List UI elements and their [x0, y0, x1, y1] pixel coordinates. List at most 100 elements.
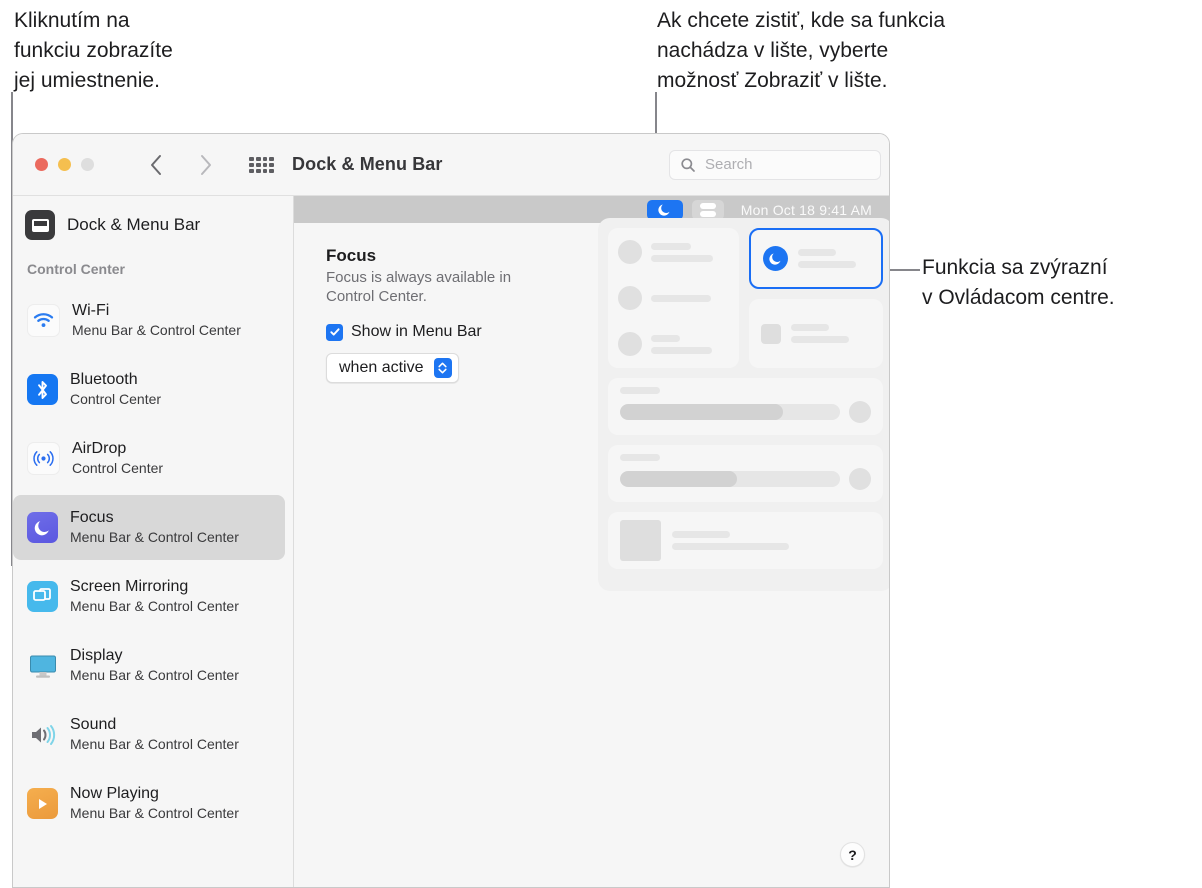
control-center-right-column: [749, 228, 883, 368]
menu-bar-control-center-icon[interactable]: [691, 199, 724, 220]
sidebar-item-subtitle: Control Center: [72, 460, 164, 476]
control-center-display-slider[interactable]: [608, 378, 883, 435]
back-chevron-icon[interactable]: [145, 150, 167, 180]
cc-placeholder-item: [618, 332, 729, 356]
cc-placeholder-line: [791, 324, 829, 331]
sidebar-item-title: Display: [70, 647, 123, 664]
forward-chevron-icon[interactable]: [195, 150, 217, 180]
cc-placeholder-line: [620, 387, 660, 394]
sidebar: Dock & Menu Bar Control Center Wi-Fi Men…: [13, 196, 294, 887]
sidebar-item-subtitle: Menu Bar & Control Center: [70, 736, 239, 752]
sidebar-item-title: Bluetooth: [70, 371, 138, 388]
bluetooth-icon: [27, 374, 58, 405]
dock-menu-bar-icon: [25, 210, 55, 240]
sidebar-group-label: Control Center: [27, 261, 125, 277]
show-in-menu-bar-row[interactable]: Show in Menu Bar: [326, 323, 482, 341]
cc-album-art-placeholder: [620, 520, 661, 561]
slider-knob[interactable]: [849, 401, 871, 423]
airdrop-icon: [27, 442, 60, 475]
display-icon: [27, 650, 58, 681]
cc-placeholder-line: [798, 249, 836, 256]
zoom-button[interactable]: [81, 158, 94, 171]
wifi-icon: [27, 304, 60, 337]
sound-icon: [27, 719, 58, 750]
focus-moon-icon: [27, 512, 58, 543]
sidebar-item-subtitle: Menu Bar & Control Center: [70, 598, 239, 614]
slider-track[interactable]: [620, 404, 840, 420]
window-titlebar: Dock & Menu Bar Search: [13, 134, 889, 196]
control-center-connectivity-card[interactable]: [608, 228, 739, 368]
visibility-popup-value: when active: [339, 359, 424, 376]
detail-pane: Mon Oct 18 9:41 AM Focus Focus is always…: [294, 196, 889, 887]
now-playing-icon: [27, 788, 58, 819]
sidebar-item-bluetooth[interactable]: Bluetooth Control Center: [13, 355, 293, 424]
cc-placeholder-line: [651, 294, 711, 302]
sidebar-item-screen-mirroring[interactable]: Screen Mirroring Menu Bar & Control Cent…: [13, 562, 293, 631]
detail-title: Focus: [326, 246, 377, 265]
show-in-menu-bar-checkbox[interactable]: [326, 323, 343, 341]
slider-fill: [620, 404, 783, 420]
sidebar-header-label: Dock & Menu Bar: [67, 215, 201, 234]
close-button[interactable]: [35, 158, 48, 171]
sidebar-item-title: Now Playing: [70, 785, 159, 802]
search-icon: [680, 157, 696, 173]
sidebar-item-title: Wi-Fi: [72, 302, 110, 319]
show-all-grid-icon[interactable]: [249, 157, 274, 173]
cc-placeholder-line: [651, 242, 691, 250]
sidebar-item-title: Sound: [70, 716, 117, 733]
sidebar-item-subtitle: Menu Bar & Control Center: [70, 667, 239, 683]
sidebar-item-display[interactable]: Display Menu Bar & Control Center: [13, 631, 293, 700]
cc-placeholder-item: [618, 286, 729, 310]
slider-knob[interactable]: [849, 468, 871, 490]
page-title: Dock & Menu Bar: [292, 154, 443, 174]
menu-bar-focus-icon[interactable]: [646, 199, 683, 220]
screen-mirroring-icon: [27, 581, 58, 612]
sidebar-item-sound[interactable]: Sound Menu Bar & Control Center: [13, 700, 293, 769]
sidebar-item-focus[interactable]: Focus Menu Bar & Control Center: [13, 493, 285, 562]
control-center-top-row: [608, 228, 883, 368]
cc-placeholder-circle: [618, 286, 642, 310]
sidebar-item-title: Focus: [70, 509, 114, 526]
control-center-preview: [598, 218, 889, 591]
control-center-secondary-tile[interactable]: [749, 299, 883, 368]
callout-top-right: Ak chcete zistiť, kde sa funkcia nachádz…: [657, 9, 946, 92]
show-in-menu-bar-label: Show in Menu Bar: [351, 323, 482, 340]
cc-placeholder-line: [672, 543, 789, 550]
control-center-now-playing-card[interactable]: [608, 512, 883, 569]
visibility-popup-button[interactable]: when active: [326, 353, 459, 383]
sidebar-item-wifi[interactable]: Wi-Fi Menu Bar & Control Center: [13, 286, 293, 355]
cc-placeholder-square: [761, 323, 781, 344]
focus-moon-icon: [763, 246, 788, 271]
slider-track[interactable]: [620, 471, 840, 487]
sidebar-item-subtitle: Menu Bar & Control Center: [72, 322, 241, 338]
sidebar-item-subtitle: Control Center: [70, 391, 162, 407]
menu-bar-clock: Mon Oct 18 9:41 AM: [740, 201, 872, 218]
sidebar-item-title: Screen Mirroring: [70, 578, 189, 595]
control-center-sound-slider[interactable]: [608, 445, 883, 502]
system-preferences-window: Dock & Menu Bar Search Dock & Menu Bar C…: [12, 133, 890, 888]
cc-placeholder-line: [791, 336, 849, 343]
window-body: Dock & Menu Bar Control Center Wi-Fi Men…: [13, 196, 889, 887]
cc-placeholder-line: [651, 346, 712, 354]
sidebar-item-airdrop[interactable]: AirDrop Control Center: [13, 424, 293, 493]
slider-fill: [620, 471, 737, 487]
chevron-updown-icon: [433, 358, 452, 378]
cc-placeholder-line: [798, 261, 856, 268]
sidebar-item-subtitle: Menu Bar & Control Center: [70, 805, 239, 821]
cc-placeholder-line: [651, 334, 680, 342]
help-button[interactable]: ?: [840, 842, 865, 867]
cc-placeholder-line: [672, 531, 730, 538]
sidebar-item-now-playing[interactable]: Now Playing Menu Bar & Control Center: [13, 769, 293, 838]
search-field[interactable]: Search: [669, 150, 881, 180]
sidebar-list: Wi-Fi Menu Bar & Control Center Bluetoot…: [13, 286, 293, 838]
detail-description: Focus is always available in Control Cen…: [326, 269, 512, 305]
search-placeholder: Search: [705, 156, 753, 173]
sidebar-header[interactable]: Dock & Menu Bar: [25, 210, 200, 240]
cc-placeholder-item: [618, 240, 729, 264]
cc-placeholder-line: [651, 254, 713, 262]
callout-top-left: Kliknutím na funkciu zobrazíte jej umies…: [14, 9, 173, 92]
control-center-focus-tile[interactable]: [749, 228, 883, 289]
cc-placeholder-circle: [618, 332, 642, 356]
sidebar-item-subtitle: Menu Bar & Control Center: [70, 529, 239, 545]
minimize-button[interactable]: [58, 158, 71, 171]
